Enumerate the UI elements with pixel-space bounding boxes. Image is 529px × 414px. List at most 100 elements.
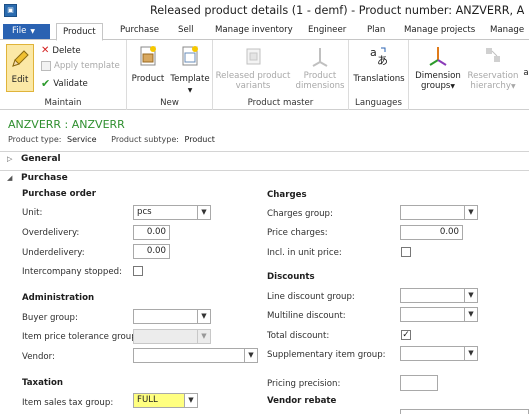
dimension-groups-label-2: groups [420,81,451,91]
item-sales-tax-group-field[interactable]: FULL [133,393,185,408]
item-price-tolerance-dropdown-button[interactable]: ▼ [197,329,211,344]
tab-manage[interactable]: Manage [490,25,524,35]
record-subtitle: Product type: Service Product subtype: P… [8,135,215,144]
buyer-group-field[interactable] [133,309,198,324]
supplementary-item-group-label: Supplementary item group: [267,350,386,360]
fasttab-purchase[interactable]: ◢ Purchase [0,170,529,186]
dimension-groups-label-2-wrap: groups▼ [413,81,463,92]
total-discount-label: Total discount: [267,331,330,341]
section-taxation: Taxation [22,378,63,388]
dropdown-arrow-icon: ▼ [187,87,193,94]
multiline-discount-dropdown-button[interactable]: ▼ [464,307,478,322]
intercompany-stopped-label: Intercompany stopped: [22,267,122,277]
released-variants-label-1: Released product [215,71,291,81]
edit-label: Edit [11,75,29,85]
chevron-down-icon: ▼ [30,28,36,35]
line-discount-group-field[interactable] [400,288,465,303]
template-button[interactable]: Template ▼ [169,44,211,96]
window-title: Released product details (1 - demf) - Pr… [150,4,525,17]
tab-purchase[interactable]: Purchase [120,25,159,35]
template-doc-icon [182,46,198,66]
delete-button[interactable]: ✕ Delete [41,45,81,56]
unit-dropdown-button[interactable]: ▼ [197,205,211,220]
new-product-icon [140,46,156,66]
charges-group-dropdown-button[interactable]: ▼ [464,205,478,220]
dimensions-label-2: dimensions [295,81,345,91]
product-dimensions-button[interactable]: Product dimensions [293,44,347,91]
tab-plan[interactable]: Plan [367,25,385,35]
tab-manage-inventory[interactable]: Manage inventory [215,25,293,35]
group-label-new: New [160,98,179,108]
dimensions-icon [312,48,328,67]
charges-group-field[interactable] [400,205,465,220]
dropdown-arrow-icon: ▼ [510,83,516,90]
multiline-discount-field[interactable] [400,307,465,322]
translations-button[interactable]: aあ Translations [351,44,407,84]
section-discounts: Discounts [267,272,315,282]
overdelivery-field[interactable]: 0.00 [133,225,170,240]
vendor-field[interactable] [133,348,245,363]
unit-field[interactable]: pcs [133,205,198,220]
item-price-tolerance-label: Item price tolerance group: [22,332,140,342]
vendor-dropdown-button[interactable]: ▼ [244,348,258,363]
fasttab-general[interactable]: ▷ General [0,151,529,167]
total-discount-checkbox[interactable]: ✓ [401,330,411,340]
unit-label: Unit: [22,208,43,218]
checkmark-icon: ✔ [41,77,51,90]
product-subtype-label: Product subtype: [111,135,179,144]
price-charges-field[interactable]: 0.00 [400,225,463,240]
item-price-tolerance-field[interactable] [133,329,198,344]
line-discount-group-label: Line discount group: [267,292,355,302]
vendor-rebate-field[interactable] [400,409,529,414]
pricing-precision-field[interactable] [400,375,438,391]
ribbon-overflow-button[interactable]: a [523,44,529,78]
product-type-label: Product type: [8,135,62,144]
intercompany-stopped-checkbox[interactable] [133,266,143,276]
incl-in-unit-price-checkbox[interactable] [401,247,411,257]
app-icon: ▣ [4,4,17,17]
svg-text:あ: あ [377,54,388,67]
pricing-precision-label: Pricing precision: [267,379,341,389]
price-charges-label: Price charges: [267,228,328,238]
apply-template-label: Apply template [54,61,120,71]
underdelivery-label: Underdelivery: [22,248,85,258]
tab-manage-projects[interactable]: Manage projects [404,25,475,35]
file-tab[interactable]: File ▼ [3,24,50,39]
released-product-variants-button[interactable]: Released product variants [215,44,291,91]
validate-button[interactable]: ✔ Validate [41,77,88,90]
section-administration: Administration [22,293,95,303]
tab-engineer[interactable]: Engineer [308,25,346,35]
line-discount-group-dropdown-button[interactable]: ▼ [464,288,478,303]
vendor-label: Vendor: [22,352,55,362]
item-sales-tax-group-label: Item sales tax group: [22,398,114,408]
new-product-label: Product [131,74,165,84]
ribbon-group-new: Product Template ▼ New [127,40,213,110]
template-label: Template [170,74,210,84]
apply-template-button[interactable]: Apply template [41,61,120,71]
incl-in-unit-price-label: Incl. in unit price: [267,248,342,258]
underdelivery-field[interactable]: 0.00 [133,244,170,259]
edit-button[interactable]: Edit [6,44,34,92]
released-variants-label-2: variants [235,81,271,91]
buyer-group-dropdown-button[interactable]: ▼ [197,309,211,324]
charges-group-label: Charges group: [267,209,333,219]
tab-sell[interactable]: Sell [178,25,194,35]
translations-label: Translations [353,74,405,84]
chevron-down-icon: ◢ [7,174,13,182]
file-tab-label: File [12,26,27,36]
variants-icon [246,48,261,65]
item-sales-tax-group-dropdown-button[interactable]: ▼ [184,393,198,408]
dimension-groups-button[interactable]: Dimension groups▼ [413,44,463,92]
reservation-hierarchy-button[interactable]: Reservation hierarchy▼ [466,44,520,92]
dimension-groups-icon [429,47,447,66]
supplementary-item-group-field[interactable] [400,346,465,361]
product-subtype-value: Product [184,135,215,144]
record-title: ANZVERR : ANZVERR [8,118,125,131]
template-label-wrap: Template ▼ [169,74,211,96]
ribbon-group-product-master: Released product variants Product dimens… [213,40,349,110]
reservation-label-2-wrap: hierarchy▼ [466,81,520,92]
supplementary-item-group-dropdown-button[interactable]: ▼ [464,346,478,361]
new-product-button[interactable]: Product [130,44,166,84]
tab-product[interactable]: Product [56,23,103,41]
fasttab-general-label: General [21,154,61,164]
